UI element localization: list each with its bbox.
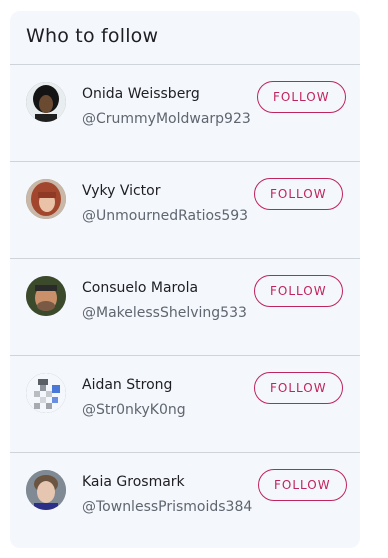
follow-button[interactable]: FOLLOW: [254, 178, 343, 210]
list-item: Consuelo Marola @MakelessShelving533 FOL…: [10, 258, 360, 356]
list-item: Aidan Strong @Str0nkyK0ng FOLLOW: [10, 355, 360, 453]
user-name[interactable]: Onida Weissberg: [82, 86, 200, 102]
user-handle: @CrummyMoldwarp923: [82, 111, 251, 127]
user-handle: @MakelessShelving533: [82, 305, 247, 321]
user-name[interactable]: Consuelo Marola: [82, 280, 198, 296]
list-item: Kaia Grosmark @TownlessPrismoids384 FOLL…: [10, 452, 360, 548]
follow-button[interactable]: FOLLOW: [254, 372, 343, 404]
user-name[interactable]: Kaia Grosmark: [82, 474, 185, 490]
user-name[interactable]: Aidan Strong: [82, 377, 172, 393]
follow-button[interactable]: FOLLOW: [258, 469, 347, 501]
card-title: Who to follow: [26, 25, 159, 47]
avatar[interactable]: [26, 276, 66, 316]
list-item: Onida Weissberg @CrummyMoldwarp923 FOLLO…: [10, 64, 360, 162]
follow-button[interactable]: FOLLOW: [257, 81, 346, 113]
avatar[interactable]: [26, 470, 66, 510]
user-name[interactable]: Vyky Victor: [82, 183, 161, 199]
user-handle: @UnmournedRatios593: [82, 208, 249, 224]
avatar[interactable]: [26, 82, 66, 122]
user-handle: @TownlessPrismoids384: [82, 499, 253, 515]
avatar[interactable]: [26, 373, 66, 413]
user-handle: @Str0nkyK0ng: [82, 402, 186, 418]
follow-button[interactable]: FOLLOW: [254, 275, 343, 307]
avatar[interactable]: [26, 179, 66, 219]
who-to-follow-card: Who to follow Onida Weissberg @CrummyMol…: [10, 11, 360, 548]
list-item: Vyky Victor @UnmournedRatios593 FOLLOW: [10, 161, 360, 259]
